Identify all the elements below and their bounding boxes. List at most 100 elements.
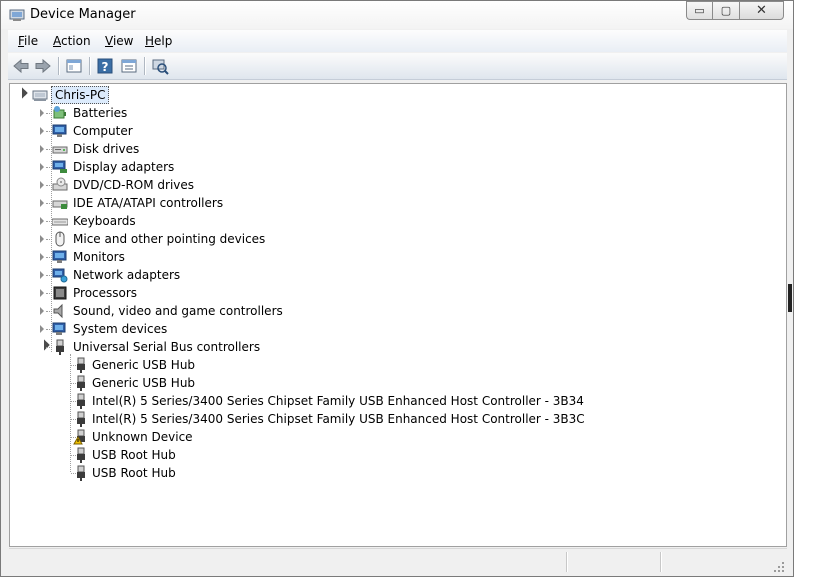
collapse-arrow-icon[interactable] bbox=[40, 271, 44, 279]
tree-node-label: Intel(R) 5 Series/3400 Series Chipset Fa… bbox=[92, 412, 585, 426]
tree-guide-line bbox=[46, 203, 50, 204]
tree-device-item[interactable]: Intel(R) 5 Series/3400 Series Chipset Fa… bbox=[10, 392, 780, 410]
mouse-icon bbox=[55, 231, 65, 247]
menu-file[interactable]: File bbox=[18, 34, 38, 48]
help-icon[interactable]: ? bbox=[96, 57, 114, 75]
minimize-button[interactable]: ▭ bbox=[686, 1, 712, 20]
svg-text:?: ? bbox=[102, 60, 109, 74]
expand-arrow-icon[interactable] bbox=[16, 87, 28, 99]
tree-device-item[interactable]: Generic USB Hub bbox=[10, 356, 780, 374]
tree-category-item[interactable]: Computer bbox=[10, 122, 780, 140]
toolbar-separator bbox=[89, 57, 91, 75]
disk-drive-icon bbox=[52, 146, 68, 154]
properties-icon[interactable] bbox=[120, 57, 138, 75]
dvd-drive-icon bbox=[52, 177, 68, 191]
minimize-icon: ▭ bbox=[694, 4, 705, 17]
maximize-icon: ▢ bbox=[720, 4, 732, 17]
close-icon: ✕ bbox=[756, 3, 767, 18]
title-bar[interactable]: Device Manager ▭ ▢ ✕ bbox=[1, 1, 793, 29]
tree-guide-line bbox=[46, 311, 50, 312]
tree-guide-line bbox=[46, 239, 50, 240]
collapse-arrow-icon[interactable] bbox=[40, 145, 44, 153]
warning-usb-icon bbox=[73, 429, 85, 445]
collapse-arrow-icon[interactable] bbox=[40, 325, 44, 333]
tree-node-label: Generic USB Hub bbox=[92, 376, 196, 390]
tree-category-item[interactable]: Sound, video and game controllers bbox=[10, 302, 780, 320]
tree-guide-line bbox=[46, 185, 50, 186]
device-tree[interactable]: Chris-PC Batteries Computer Disk drives Disp… bbox=[9, 83, 787, 547]
menu-bar: File Action View Help bbox=[8, 30, 787, 52]
tree-node-label: Universal Serial Bus controllers bbox=[73, 340, 261, 354]
collapse-arrow-icon[interactable] bbox=[40, 253, 44, 261]
system-device-icon bbox=[52, 322, 66, 335]
usb-plug-icon bbox=[77, 447, 85, 463]
tree-node-label: DVD/CD-ROM drives bbox=[73, 178, 195, 192]
monitor-icon bbox=[52, 124, 67, 137]
menu-help[interactable]: Help bbox=[145, 34, 172, 48]
tree-category-item[interactable]: Monitors bbox=[10, 248, 780, 266]
tree-category-item[interactable]: Network adapters bbox=[10, 266, 780, 284]
collapse-arrow-icon[interactable] bbox=[40, 109, 44, 117]
menu-view[interactable]: View bbox=[105, 34, 133, 48]
usb-icon bbox=[56, 339, 64, 355]
computer-icon bbox=[32, 90, 48, 101]
collapse-arrow-icon[interactable] bbox=[40, 127, 44, 135]
tree-device-item[interactable]: USB Root Hub bbox=[10, 446, 780, 464]
back-arrow-icon[interactable] bbox=[12, 57, 30, 75]
collapse-arrow-icon[interactable] bbox=[40, 235, 44, 243]
tree-node-label: USB Root Hub bbox=[92, 448, 176, 462]
tree-category-item[interactable]: Batteries bbox=[10, 104, 780, 122]
tree-node-label: IDE ATA/ATAPI controllers bbox=[73, 196, 224, 210]
usb-plug-icon bbox=[77, 411, 85, 427]
tree-guide-line bbox=[46, 275, 50, 276]
tree-device-item[interactable]: USB Root Hub bbox=[10, 464, 780, 482]
tree-node-label: Keyboards bbox=[73, 214, 136, 228]
menu-file-rest: ile bbox=[24, 34, 39, 48]
scan-hardware-changes-icon[interactable] bbox=[151, 57, 169, 75]
battery-icon bbox=[53, 106, 66, 119]
tree-category-item[interactable]: Display adapters bbox=[10, 158, 780, 176]
tree-node-label: Sound, video and game controllers bbox=[73, 304, 283, 318]
collapse-arrow-icon[interactable] bbox=[40, 163, 44, 171]
tree-category-item[interactable]: Keyboards bbox=[10, 212, 780, 230]
tree-category-item[interactable]: Disk drives bbox=[10, 140, 780, 158]
speaker-icon bbox=[53, 303, 63, 319]
tree-guide-line bbox=[46, 347, 50, 348]
collapse-arrow-icon[interactable] bbox=[40, 199, 44, 207]
close-button[interactable]: ✕ bbox=[739, 1, 784, 20]
show-hide-console-tree-icon[interactable] bbox=[65, 57, 83, 75]
resize-grip-icon[interactable] bbox=[773, 561, 785, 573]
usb-plug-icon bbox=[77, 465, 85, 481]
menu-action-accel: A bbox=[53, 34, 61, 48]
collapse-arrow-icon[interactable] bbox=[40, 289, 44, 297]
tree-node-label: System devices bbox=[73, 322, 168, 336]
menu-action[interactable]: Action bbox=[53, 34, 91, 48]
menu-view-rest: iew bbox=[112, 34, 134, 48]
collapse-arrow-icon[interactable] bbox=[40, 217, 44, 225]
tree-device-item[interactable]: Unknown Device bbox=[10, 428, 780, 446]
tree-category-item[interactable]: IDE ATA/ATAPI controllers bbox=[10, 194, 780, 212]
collapse-arrow-icon[interactable] bbox=[40, 181, 44, 189]
tree-node-label: Monitors bbox=[73, 250, 125, 264]
status-bar bbox=[9, 548, 787, 575]
maximize-button[interactable]: ▢ bbox=[712, 1, 739, 20]
tree-category-item[interactable]: System devices bbox=[10, 320, 780, 338]
forward-arrow-icon[interactable] bbox=[34, 57, 52, 75]
tree-category-item[interactable]: Universal Serial Bus controllers bbox=[10, 338, 780, 356]
tree-device-item[interactable]: Generic USB Hub bbox=[10, 374, 780, 392]
tree-category-item[interactable]: DVD/CD-ROM drives bbox=[10, 176, 780, 194]
tree-guide-line bbox=[46, 131, 50, 132]
tree-device-item[interactable]: Intel(R) 5 Series/3400 Series Chipset Fa… bbox=[10, 410, 780, 428]
keyboard-icon bbox=[52, 218, 68, 226]
tree-node-label: Network adapters bbox=[73, 268, 181, 282]
expand-arrow-icon[interactable] bbox=[38, 339, 50, 351]
toolbar-separator bbox=[144, 57, 146, 75]
collapse-arrow-icon[interactable] bbox=[40, 307, 44, 315]
tree-root-item[interactable]: Chris-PC bbox=[10, 86, 780, 104]
tree-node-label: Batteries bbox=[73, 106, 128, 120]
tree-guide-line bbox=[46, 293, 50, 294]
network-adapter-icon bbox=[52, 268, 68, 283]
tree-node-label: Computer bbox=[73, 124, 133, 138]
tree-category-item[interactable]: Processors bbox=[10, 284, 780, 302]
tree-category-item[interactable]: Mice and other pointing devices bbox=[10, 230, 780, 248]
